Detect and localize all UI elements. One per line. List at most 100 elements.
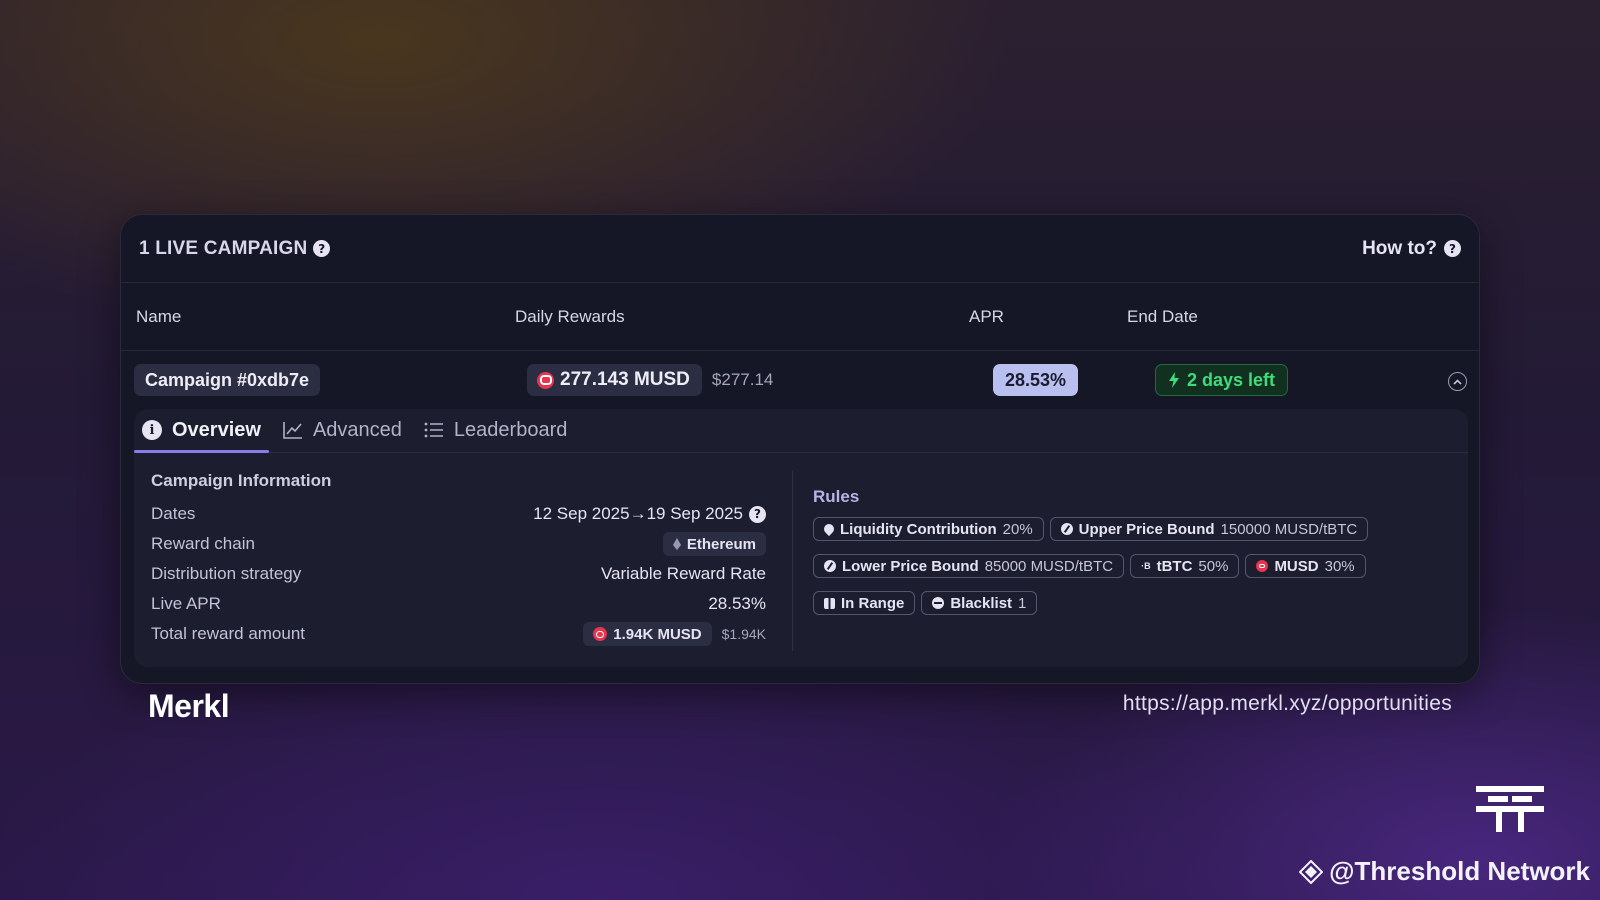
- column-daily-rewards[interactable]: Daily Rewards: [515, 307, 625, 327]
- info-row-total: Total reward amount 1.94K MUSD $1.94K: [151, 619, 766, 649]
- dates-value-wrap: 12 Sep 2025→19 Sep 2025 ?: [533, 504, 766, 524]
- tab-overview-label: Overview: [172, 418, 261, 441]
- rules-line: Liquidity Contribution 20% Upper Price B…: [813, 517, 1433, 541]
- campaign-information: Campaign Information Dates 12 Sep 2025→1…: [151, 471, 766, 649]
- details-tabs: i Overview Advanced Leaderboard: [134, 409, 1468, 453]
- total-reward-amount: 1.94K MUSD: [613, 625, 702, 643]
- rule-in-range[interactable]: In Range: [813, 591, 916, 615]
- reward-chain-label: Reward chain: [151, 534, 255, 553]
- rule-blacklist[interactable]: Blacklist 1: [921, 591, 1038, 615]
- musd-token-icon: [593, 627, 608, 641]
- line-chart-icon: [283, 422, 302, 439]
- end-date-text: 2 days left: [1187, 369, 1276, 390]
- total-reward-usd: $1.94K: [721, 626, 766, 642]
- droplet-icon: [821, 521, 837, 537]
- campaign-details-panel: i Overview Advanced Leaderboard Campaign…: [134, 409, 1468, 667]
- rule-name: Blacklist: [950, 594, 1013, 612]
- chevron-up-icon: [1453, 378, 1462, 385]
- daily-rewards-cell: 277.143 MUSD $277.14: [527, 364, 773, 396]
- tab-overview[interactable]: i Overview: [134, 408, 269, 453]
- tab-leaderboard[interactable]: Leaderboard: [416, 408, 575, 452]
- section-divider: [792, 471, 793, 651]
- tab-leaderboard-label: Leaderboard: [453, 418, 568, 441]
- collapse-row-button[interactable]: [1448, 372, 1467, 391]
- threshold-logo-icon: [1476, 786, 1544, 832]
- merkl-logo: Merkl: [148, 688, 230, 724]
- daily-reward-chip: 277.143 MUSD: [527, 364, 702, 396]
- apr-badge: 28.53%: [993, 364, 1079, 396]
- percent-icon: [1060, 523, 1073, 535]
- rule-name: Upper Price Bound: [1078, 520, 1215, 538]
- rule-name: Liquidity Contribution: [840, 520, 997, 538]
- percent-icon: [824, 560, 836, 572]
- opportunities-url[interactable]: https://app.merkl.xyz/opportunities: [1123, 692, 1452, 716]
- rule-name: In Range: [841, 594, 905, 612]
- campaign-card: 1 LIVE CAMPAIGN ? How to? ? Name Daily R…: [120, 214, 1480, 684]
- blacklist-icon: [932, 597, 945, 609]
- dates-label: Dates: [151, 504, 196, 523]
- daily-reward-amount: 277.143 MUSD: [560, 369, 690, 390]
- rule-value: 30%: [1324, 557, 1355, 575]
- rule-name: Lower Price Bound: [842, 557, 979, 575]
- musd-token-icon: [1256, 560, 1269, 572]
- rule-value: 150000 MUSD/tBTC: [1220, 520, 1358, 538]
- strategy-label: Distribution strategy: [151, 564, 302, 583]
- list-icon: [424, 422, 443, 438]
- rule-value: 20%: [1002, 520, 1033, 538]
- question-circle-icon: ?: [1444, 240, 1461, 257]
- campaign-name-chip[interactable]: Campaign #0xdb7e: [134, 364, 321, 396]
- column-end-date[interactable]: End Date: [1127, 307, 1198, 327]
- range-icon: [824, 597, 835, 609]
- column-name[interactable]: Name: [136, 307, 181, 327]
- info-circle-icon: i: [142, 420, 162, 440]
- dates-value: 12 Sep 2025→19 Sep 2025: [533, 504, 743, 523]
- live-apr-value: 28.53%: [708, 594, 766, 613]
- reward-chain-value: Ethereum: [686, 535, 756, 553]
- watermark: @Threshold Network: [1299, 856, 1590, 887]
- total-reward-wrap: 1.94K MUSD $1.94K: [583, 622, 766, 646]
- strategy-value: Variable Reward Rate: [600, 564, 766, 583]
- ethereum-icon: [672, 538, 681, 550]
- chain-chip: Ethereum: [662, 532, 766, 556]
- rule-lower-price-bound[interactable]: Lower Price Bound 85000 MUSD/tBTC: [813, 554, 1125, 578]
- rule-name: tBTC: [1156, 557, 1193, 575]
- tab-advanced-label: Advanced: [312, 418, 402, 441]
- info-row-chain: Reward chain Ethereum: [151, 529, 766, 559]
- live-apr-label: Live APR: [151, 594, 221, 613]
- table-header: Name Daily Rewards APR End Date: [121, 283, 1479, 351]
- tbtc-token-icon: ·B: [1141, 561, 1151, 571]
- column-apr[interactable]: APR: [969, 307, 1004, 327]
- rules-line: In Range Blacklist 1: [813, 591, 1433, 615]
- how-to-button[interactable]: How to? ?: [1362, 238, 1461, 260]
- campaign-information-title: Campaign Information: [151, 471, 332, 490]
- lightning-bolt-icon: [1169, 372, 1179, 388]
- question-circle-icon[interactable]: ?: [313, 240, 331, 257]
- rules-title: Rules: [813, 487, 860, 506]
- question-circle-icon[interactable]: ?: [749, 505, 766, 523]
- daily-reward-usd: $277.14: [711, 370, 774, 389]
- rule-tbtc[interactable]: ·B tBTC 50%: [1130, 554, 1240, 578]
- end-date-badge: 2 days left: [1155, 364, 1289, 396]
- rule-name: MUSD: [1274, 557, 1319, 575]
- card-header: 1 LIVE CAMPAIGN ? How to? ?: [121, 215, 1479, 283]
- diamond-grid-icon: [1299, 859, 1324, 884]
- how-to-label: How to?: [1362, 237, 1437, 259]
- total-reward-label: Total reward amount: [151, 624, 306, 643]
- live-campaign-title: 1 LIVE CAMPAIGN ?: [139, 237, 331, 260]
- watermark-text: @Threshold Network: [1329, 856, 1590, 886]
- rule-value: 50%: [1198, 557, 1229, 575]
- tab-advanced[interactable]: Advanced: [275, 408, 410, 452]
- live-campaign-label: 1 LIVE CAMPAIGN: [139, 237, 308, 259]
- rules-section: Rules Liquidity Contribution 20% Upper P…: [813, 487, 1433, 628]
- musd-token-icon: [537, 371, 554, 389]
- rule-value: 1: [1018, 594, 1027, 612]
- rule-upper-price-bound[interactable]: Upper Price Bound 150000 MUSD/tBTC: [1049, 517, 1369, 541]
- total-reward-chip: 1.94K MUSD: [583, 622, 712, 646]
- rules-line: Lower Price Bound 85000 MUSD/tBTC ·B tBT…: [813, 554, 1433, 578]
- rule-liquidity-contribution[interactable]: Liquidity Contribution 20%: [813, 517, 1044, 541]
- info-row-strategy: Distribution strategy Variable Reward Ra…: [151, 559, 766, 589]
- info-row-dates: Dates 12 Sep 2025→19 Sep 2025 ?: [151, 499, 766, 529]
- rule-value: 85000 MUSD/tBTC: [984, 557, 1114, 575]
- info-row-live-apr: Live APR 28.53%: [151, 589, 766, 619]
- rule-musd[interactable]: MUSD 30%: [1245, 554, 1366, 578]
